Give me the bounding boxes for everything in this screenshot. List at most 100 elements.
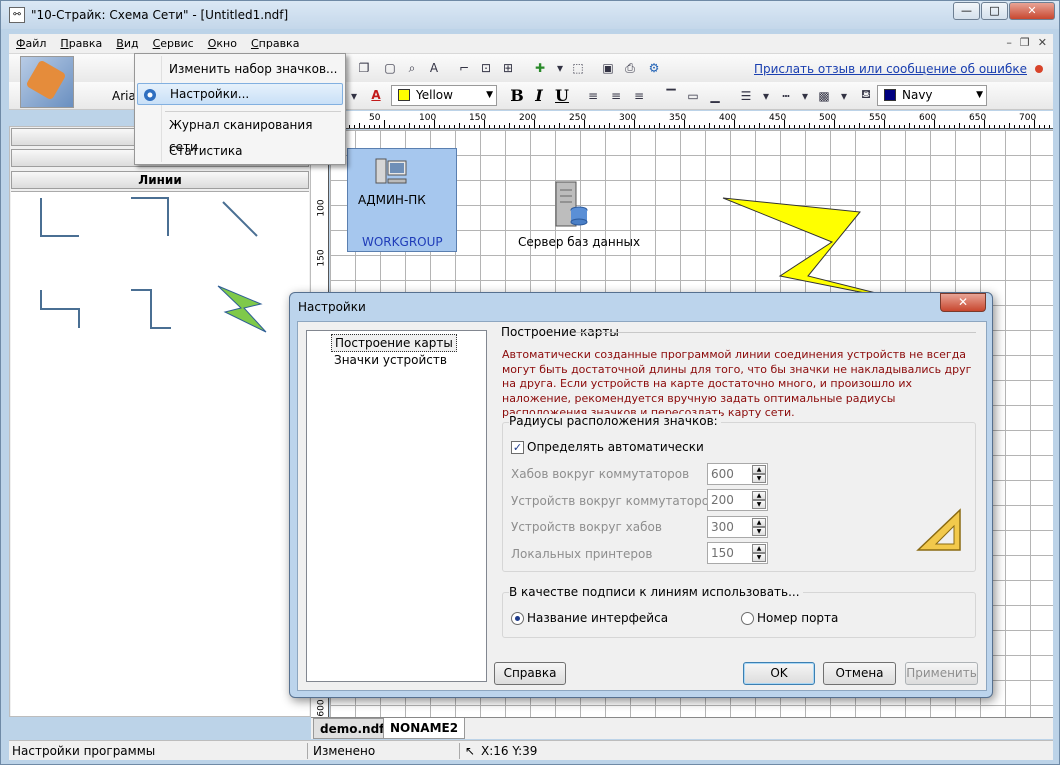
hub-devices-radius-stepper[interactable]: ▲▼ xyxy=(707,516,768,538)
lines-palette xyxy=(11,191,309,716)
menu-view[interactable]: Вид xyxy=(109,37,145,50)
status-bar: Настройки программы Изменено ↖ X:16 Y:39 xyxy=(9,740,1053,760)
font-dropdown-arrow-icon[interactable]: ▾ xyxy=(345,87,363,105)
underline-button[interactable]: U xyxy=(552,86,572,106)
lock-icon[interactable]: ⊡ xyxy=(477,59,495,77)
italic-button[interactable]: I xyxy=(529,86,549,106)
close-button[interactable]: ✕ xyxy=(1009,2,1055,20)
valign-bottom-icon[interactable]: ▁ xyxy=(706,87,724,105)
connect-icon[interactable]: ⌐ xyxy=(455,59,473,77)
group-icon[interactable]: ⊞ xyxy=(499,59,517,77)
hatch-icon[interactable]: ▩ xyxy=(815,87,833,105)
font-color-icon[interactable]: A xyxy=(367,86,385,104)
field-label-hub-devices: Устройств вокруг хабов xyxy=(511,520,662,534)
align-left-icon[interactable]: ≡ xyxy=(584,87,602,105)
fill-color-select[interactable]: Yellow ▼ xyxy=(391,85,497,106)
radio-port-number[interactable] xyxy=(741,612,754,625)
text-icon[interactable]: A xyxy=(425,59,443,77)
h-tick-label: 200 xyxy=(519,113,537,123)
settings-dialog: Настройки ✕ Построение карты Значки устр… xyxy=(289,292,993,698)
menu-file[interactable]: Файл xyxy=(9,37,53,50)
printers-radius-stepper[interactable]: ▲▼ xyxy=(707,542,768,564)
auto-checkbox[interactable]: ✓ xyxy=(511,441,524,454)
feedback-link[interactable]: Прислать отзыв или сообщение об ошибке xyxy=(754,62,1027,76)
menu-item-statistics[interactable]: Статистика xyxy=(137,140,343,162)
switch-devices-radius-stepper[interactable]: ▲▼ xyxy=(707,489,768,511)
device-admin-pc[interactable]: АДМИН-ПК WORKGROUP xyxy=(347,148,457,252)
line-shape-step-2 xyxy=(131,289,171,329)
caption-group-title: В качестве подписи к линиям использовать… xyxy=(509,585,803,599)
ok-button[interactable]: OK xyxy=(743,662,815,685)
window-title: "10-Страйк: Схема Сети" - [Untitled1.ndf… xyxy=(31,8,289,22)
zoom-area-icon[interactable]: ⬚ xyxy=(569,59,587,77)
document-tabs: demo.ndf NONAME2 xyxy=(311,717,1053,739)
mdi-close-icon[interactable]: ✕ xyxy=(1038,36,1047,49)
copy-icon[interactable]: ❐ xyxy=(355,59,373,77)
tree-item-device-icons[interactable]: Значки устройств xyxy=(331,352,450,368)
dialog-title: Настройки xyxy=(298,300,366,314)
menu-item-scan-log[interactable]: Журнал сканирования сети xyxy=(137,114,343,154)
hubs-radius-stepper[interactable]: ▲▼ xyxy=(707,463,768,485)
line-shape-corner-1 xyxy=(40,198,79,237)
line-color-select[interactable]: Navy ▼ xyxy=(877,85,987,106)
section-description: Автоматически созданные программой линии… xyxy=(502,348,972,419)
find-icon[interactable]: ⌕ xyxy=(403,59,421,77)
paint-bucket-icon[interactable]: ⛾ xyxy=(857,86,875,104)
computer-icon xyxy=(375,158,407,184)
line-width-arrow-icon[interactable]: ▾ xyxy=(757,87,775,105)
settings-tree: Построение карты Значки устройств xyxy=(306,330,487,682)
align-center-icon[interactable]: ≡ xyxy=(607,87,625,105)
dialog-close-button[interactable]: ✕ xyxy=(940,293,986,312)
print-preview-icon[interactable]: ⎙ xyxy=(621,59,639,77)
h-tick-label: 600 xyxy=(919,113,937,123)
add-device-icon[interactable]: ✚ xyxy=(531,59,549,77)
panel-header-lines[interactable]: Линии xyxy=(11,171,309,189)
menu-help[interactable]: Справка xyxy=(244,37,306,50)
line-shape-diagonal xyxy=(222,201,258,237)
radio-interface-name[interactable] xyxy=(511,612,524,625)
align-right-icon[interactable]: ≡ xyxy=(630,87,648,105)
hubs-radius-input[interactable] xyxy=(708,464,752,484)
apply-button[interactable]: Применить xyxy=(905,662,978,685)
menu-service[interactable]: Сервис xyxy=(146,37,201,50)
bold-button[interactable]: B xyxy=(507,86,527,106)
maximize-button[interactable]: □ xyxy=(981,2,1008,20)
paste-icon[interactable]: ▢ xyxy=(381,59,399,77)
hatch-arrow-icon[interactable]: ▾ xyxy=(835,87,853,105)
valign-top-icon[interactable]: ▔ xyxy=(662,87,680,105)
minimize-button[interactable]: — xyxy=(953,2,980,20)
line-shape-zigzag xyxy=(217,285,267,333)
printers-radius-input[interactable] xyxy=(708,543,752,563)
auto-checkbox-label: Определять автоматически xyxy=(527,440,704,454)
status-coords: X:16 Y:39 xyxy=(481,744,538,758)
cancel-button[interactable]: Отмена xyxy=(823,662,896,685)
line-color-swatch xyxy=(884,89,896,101)
menu-window[interactable]: Окно xyxy=(201,37,244,50)
menu-edit[interactable]: Правка xyxy=(53,37,109,50)
v-tick-label: 600 xyxy=(316,699,327,717)
mdi-restore-icon[interactable]: ❐ xyxy=(1020,36,1030,49)
font-name[interactable]: Aria xyxy=(112,89,136,103)
tree-item-map-building[interactable]: Построение карты xyxy=(331,334,457,352)
menu-item-settings[interactable]: Настройки... xyxy=(137,83,343,105)
v-tick-label: 100 xyxy=(316,199,327,217)
help-button[interactable]: Справка xyxy=(494,662,566,685)
line-width-icon[interactable]: ☰ xyxy=(737,87,755,105)
image-icon[interactable]: ▣ xyxy=(599,59,617,77)
mdi-minimize-icon[interactable]: – xyxy=(1006,36,1012,49)
switch-devices-radius-input[interactable] xyxy=(708,490,752,510)
valign-middle-icon[interactable]: ▭ xyxy=(684,87,702,105)
radio-interface-name-label: Название интерфейса xyxy=(527,611,669,625)
settings-gear-icon[interactable]: ⚙ xyxy=(645,59,663,77)
line-shapes-svg xyxy=(40,197,267,333)
line-style-arrow-icon[interactable]: ▾ xyxy=(796,87,814,105)
tab-noname2[interactable]: NONAME2 xyxy=(383,718,466,739)
database-server-icon xyxy=(555,181,588,227)
tab-demo[interactable]: demo.ndf xyxy=(313,718,392,739)
dropdown-arrow-icon[interactable]: ▾ xyxy=(551,59,569,77)
left-panel: Ус С Линии xyxy=(9,126,311,717)
hub-devices-radius-input[interactable] xyxy=(708,517,752,537)
line-style-icon[interactable]: ┅ xyxy=(777,87,795,105)
status-text: Настройки программы xyxy=(12,744,156,758)
menu-item-change-icons[interactable]: Изменить набор значков... xyxy=(137,58,343,80)
